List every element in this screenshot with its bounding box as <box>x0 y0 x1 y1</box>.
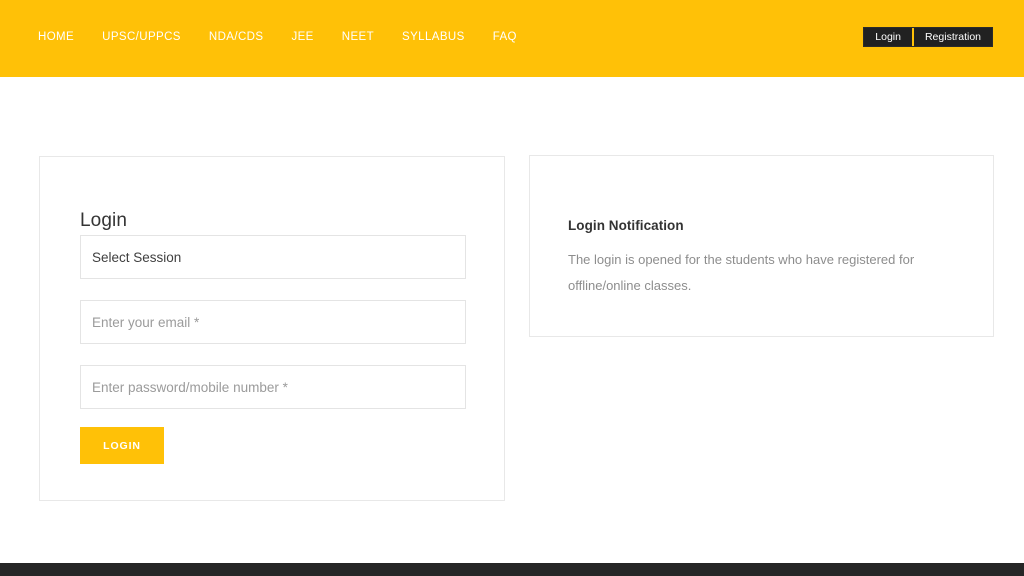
notification-title: Login Notification <box>568 218 684 234</box>
header-login-button[interactable]: Login <box>864 28 912 46</box>
login-submit-button[interactable]: LOGIN <box>80 427 164 464</box>
nav-item-neet[interactable]: NEET <box>342 28 374 46</box>
nav-item-syllabus[interactable]: SYLLABUS <box>402 28 465 46</box>
main-navigation: HOME UPSC/UPPCS NDA/CDS JEE NEET SYLLABU… <box>38 28 517 46</box>
nav-item-nda-cds[interactable]: NDA/CDS <box>209 28 264 46</box>
login-notification-card: Login Notification The login is opened f… <box>529 155 994 337</box>
header-registration-button[interactable]: Registration <box>913 28 992 46</box>
notification-body: The login is opened for the students who… <box>568 252 915 293</box>
email-input[interactable] <box>80 300 466 344</box>
login-card: Login Select Session LOGIN <box>39 156 505 501</box>
nav-item-jee[interactable]: JEE <box>291 28 313 46</box>
session-select[interactable]: Select Session <box>80 235 466 279</box>
site-footer <box>0 563 1024 576</box>
login-card-title: Login <box>80 209 127 231</box>
page-content: Login Select Session LOGIN Login Notific… <box>0 77 1024 563</box>
nav-item-faq[interactable]: FAQ <box>493 28 517 46</box>
password-input[interactable] <box>80 365 466 409</box>
nav-item-upsc-uppcs[interactable]: UPSC/UPPCS <box>102 28 181 46</box>
auth-button-group: Login Registration <box>863 27 993 47</box>
site-header: HOME UPSC/UPPCS NDA/CDS JEE NEET SYLLABU… <box>0 0 1024 77</box>
nav-item-home[interactable]: HOME <box>38 28 74 46</box>
